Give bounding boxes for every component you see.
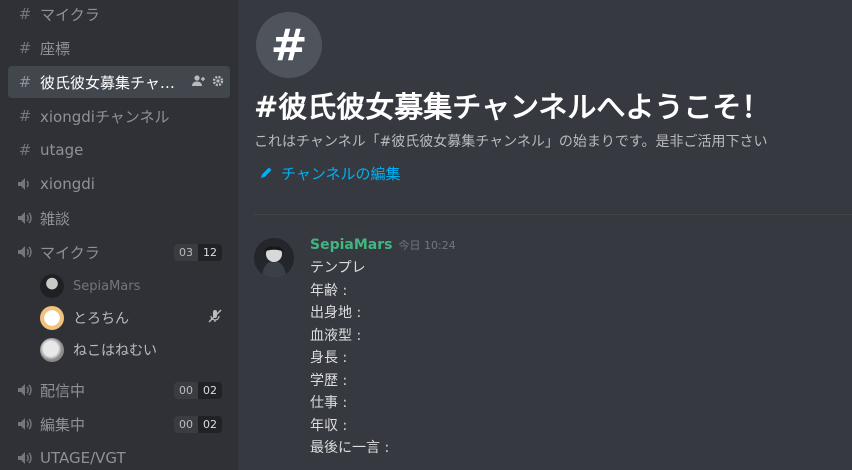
welcome-subtitle: これはチャンネル「#彼氏彼女募集チャンネル」の始まりです。是非ご活用下さい (254, 134, 768, 150)
invite-icon[interactable] (192, 73, 206, 91)
voice-user-nekohanemui[interactable]: ねこはねむい (40, 335, 222, 365)
message-line: 出身地 : (310, 305, 362, 321)
voice-channel-xiongdi[interactable]: xiongdi (8, 168, 230, 200)
edit-channel-label: チャンネルの編集 (281, 165, 401, 183)
message-line: 身長 : (310, 350, 348, 366)
edit-channel-link[interactable]: チャンネルの編集 (260, 163, 401, 184)
channel-label: 雑談 (40, 209, 71, 228)
voice-user-name: とろちん (73, 311, 129, 327)
hash-lock-icon: # (18, 141, 32, 159)
hash-icon: # (18, 5, 32, 23)
voice-user-name: SepiaMars (73, 278, 141, 294)
speaker-icon (14, 211, 36, 225)
divider (254, 214, 852, 215)
hash-lock-icon: # (18, 107, 32, 125)
speaker-lock-icon (14, 177, 36, 191)
channel-label: 配信中 (40, 381, 86, 400)
message-timestamp: 今日 10:24 (398, 239, 456, 252)
welcome-title: #彼氏彼女募集チャンネルへようこそ！ (254, 90, 771, 124)
message-line: 仕事 : (310, 395, 348, 411)
message-content: テンプレ 年齢 : 出身地 : 血液型 : 身長 : 学歴 : 仕事 : 年収 … (310, 257, 389, 460)
channel-item-zahyo[interactable]: # 座標 (8, 32, 230, 64)
speaker-icon (14, 245, 36, 259)
user-limit-badge: 03 12 (174, 243, 222, 261)
voice-channel-zatsudan[interactable]: 雑談 (8, 202, 230, 234)
message-line: 年収 : (310, 417, 348, 434)
avatar (40, 306, 64, 330)
channel-label: xiongdiチャンネル (40, 107, 170, 126)
gear-icon[interactable] (212, 73, 224, 91)
channel-label: xiongdi (40, 175, 95, 193)
channel-label: 座標 (40, 39, 71, 58)
message-line: テンプレ (310, 260, 366, 276)
channel-item-maikura-text[interactable]: # マイクラ (8, 0, 230, 30)
avatar (40, 274, 64, 298)
voice-user-sepiamars[interactable]: SepiaMars (40, 271, 222, 301)
speaker-icon (14, 383, 36, 397)
message-line: 年齢 : (310, 282, 348, 299)
voice-channel-henshuchu[interactable]: 編集中 00 02 (8, 408, 230, 440)
channel-item-utage[interactable]: # utage (8, 134, 230, 166)
discord-window: # マイクラ # 座標 # 彼氏彼女募集チャ… # xiongdiチャンネル # (0, 0, 852, 470)
channel-label: 彼氏彼女募集チャ… (40, 73, 175, 92)
user-limit-badge: 00 02 (174, 381, 222, 399)
speaker-icon (14, 417, 36, 431)
hash-icon: # (18, 73, 32, 91)
message-header: SepiaMars 今日 10:24 (310, 237, 456, 253)
avatar[interactable] (254, 238, 294, 278)
message-line: 最後に一言 : (310, 440, 390, 456)
voice-channel-utage-vgt[interactable]: UTAGE/VGT (8, 442, 230, 470)
channel-hash-icon: # (256, 12, 322, 78)
avatar (40, 338, 64, 362)
voice-user-torochin[interactable]: とろちん (40, 303, 222, 333)
voice-channel-maikura[interactable]: マイクラ 03 12 (8, 236, 230, 268)
channel-item-kareshi-kanojo[interactable]: # 彼氏彼女募集チャ… (8, 66, 230, 98)
chat-area: # #彼氏彼女募集チャンネルへようこそ！ これはチャンネル「#彼氏彼女募集チャン… (238, 0, 852, 470)
message-line: 血液型 : (310, 327, 362, 344)
channel-item-xiongdi-text[interactable]: # xiongdiチャンネル (8, 100, 230, 132)
mic-muted-icon (208, 309, 222, 327)
hash-icon: # (18, 39, 32, 57)
channel-sidebar: # マイクラ # 座標 # 彼氏彼女募集チャ… # xiongdiチャンネル # (0, 0, 238, 470)
channel-label: マイクラ (40, 243, 100, 262)
voice-user-name: ねこはねむい (73, 343, 157, 359)
pencil-icon (260, 165, 273, 183)
message-author[interactable]: SepiaMars (310, 237, 392, 253)
channel-label: UTAGE/VGT (40, 449, 126, 467)
channel-label: マイクラ (40, 5, 100, 24)
message-line: 学歴 : (310, 372, 348, 389)
speaker-icon (14, 451, 36, 465)
voice-channel-haishinchu[interactable]: 配信中 00 02 (8, 374, 230, 406)
user-limit-badge: 00 02 (174, 415, 222, 433)
channel-label: utage (40, 141, 84, 159)
channel-label: 編集中 (40, 415, 86, 434)
